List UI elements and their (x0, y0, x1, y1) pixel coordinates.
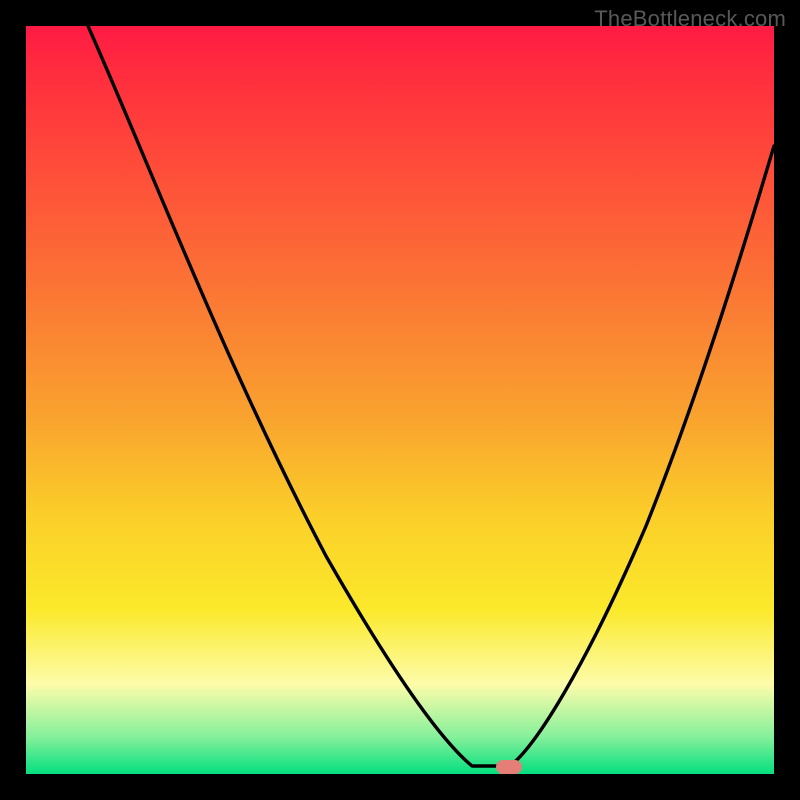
watermark-text: TheBottleneck.com (594, 6, 786, 32)
bottleneck-curve (26, 26, 774, 774)
plot-area (26, 26, 774, 774)
optimal-marker (496, 760, 522, 774)
chart-frame: TheBottleneck.com (0, 0, 800, 800)
